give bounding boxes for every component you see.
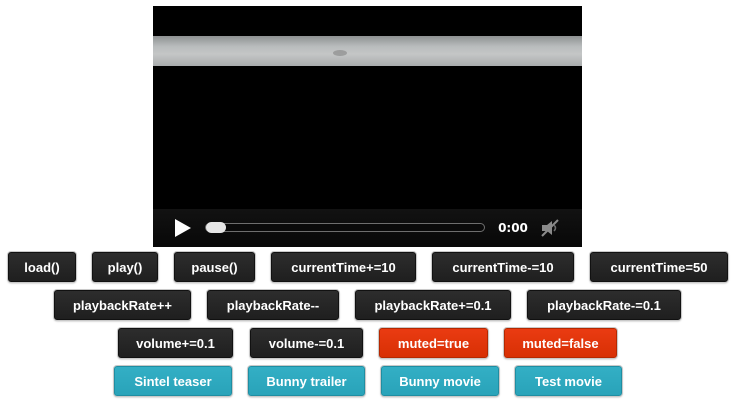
- pause-button[interactable]: pause(): [174, 252, 255, 282]
- playback-rate-plus-0-1-button[interactable]: playbackRate+=0.1: [355, 290, 511, 320]
- video-frame-image: [153, 36, 582, 66]
- current-time-minus-10-button[interactable]: currentTime-=10: [432, 252, 574, 282]
- mute-true-button[interactable]: muted=true: [379, 328, 488, 358]
- sintel-teaser-button[interactable]: Sintel teaser: [114, 366, 232, 396]
- test-movie-button[interactable]: Test movie: [515, 366, 622, 396]
- playback-rate-decrement-button[interactable]: playbackRate--: [207, 290, 339, 320]
- play-button[interactable]: play(): [92, 252, 158, 282]
- playback-rate-minus-0-1-button[interactable]: playbackRate-=0.1: [527, 290, 681, 320]
- video-frame-detail: [333, 50, 347, 56]
- video-controls-bar: 0:00: [153, 209, 582, 247]
- volume-up-button[interactable]: volume+=0.1: [118, 328, 233, 358]
- video-player[interactable]: 0:00: [153, 6, 582, 247]
- speaker-muted-icon[interactable]: [539, 217, 561, 239]
- mute-false-button[interactable]: muted=false: [504, 328, 617, 358]
- current-time-plus-10-button[interactable]: currentTime+=10: [271, 252, 416, 282]
- seek-bar[interactable]: [205, 222, 485, 233]
- seek-thumb[interactable]: [206, 222, 226, 233]
- current-time-50-button[interactable]: currentTime=50: [590, 252, 728, 282]
- playback-rate-increment-button[interactable]: playbackRate++: [54, 290, 191, 320]
- current-time: 0:00: [498, 221, 528, 235]
- bunny-trailer-button[interactable]: Bunny trailer: [248, 366, 365, 396]
- play-icon[interactable]: [171, 217, 193, 239]
- volume-down-button[interactable]: volume-=0.1: [250, 328, 363, 358]
- load-button[interactable]: load(): [8, 252, 76, 282]
- bunny-movie-button[interactable]: Bunny movie: [381, 366, 499, 396]
